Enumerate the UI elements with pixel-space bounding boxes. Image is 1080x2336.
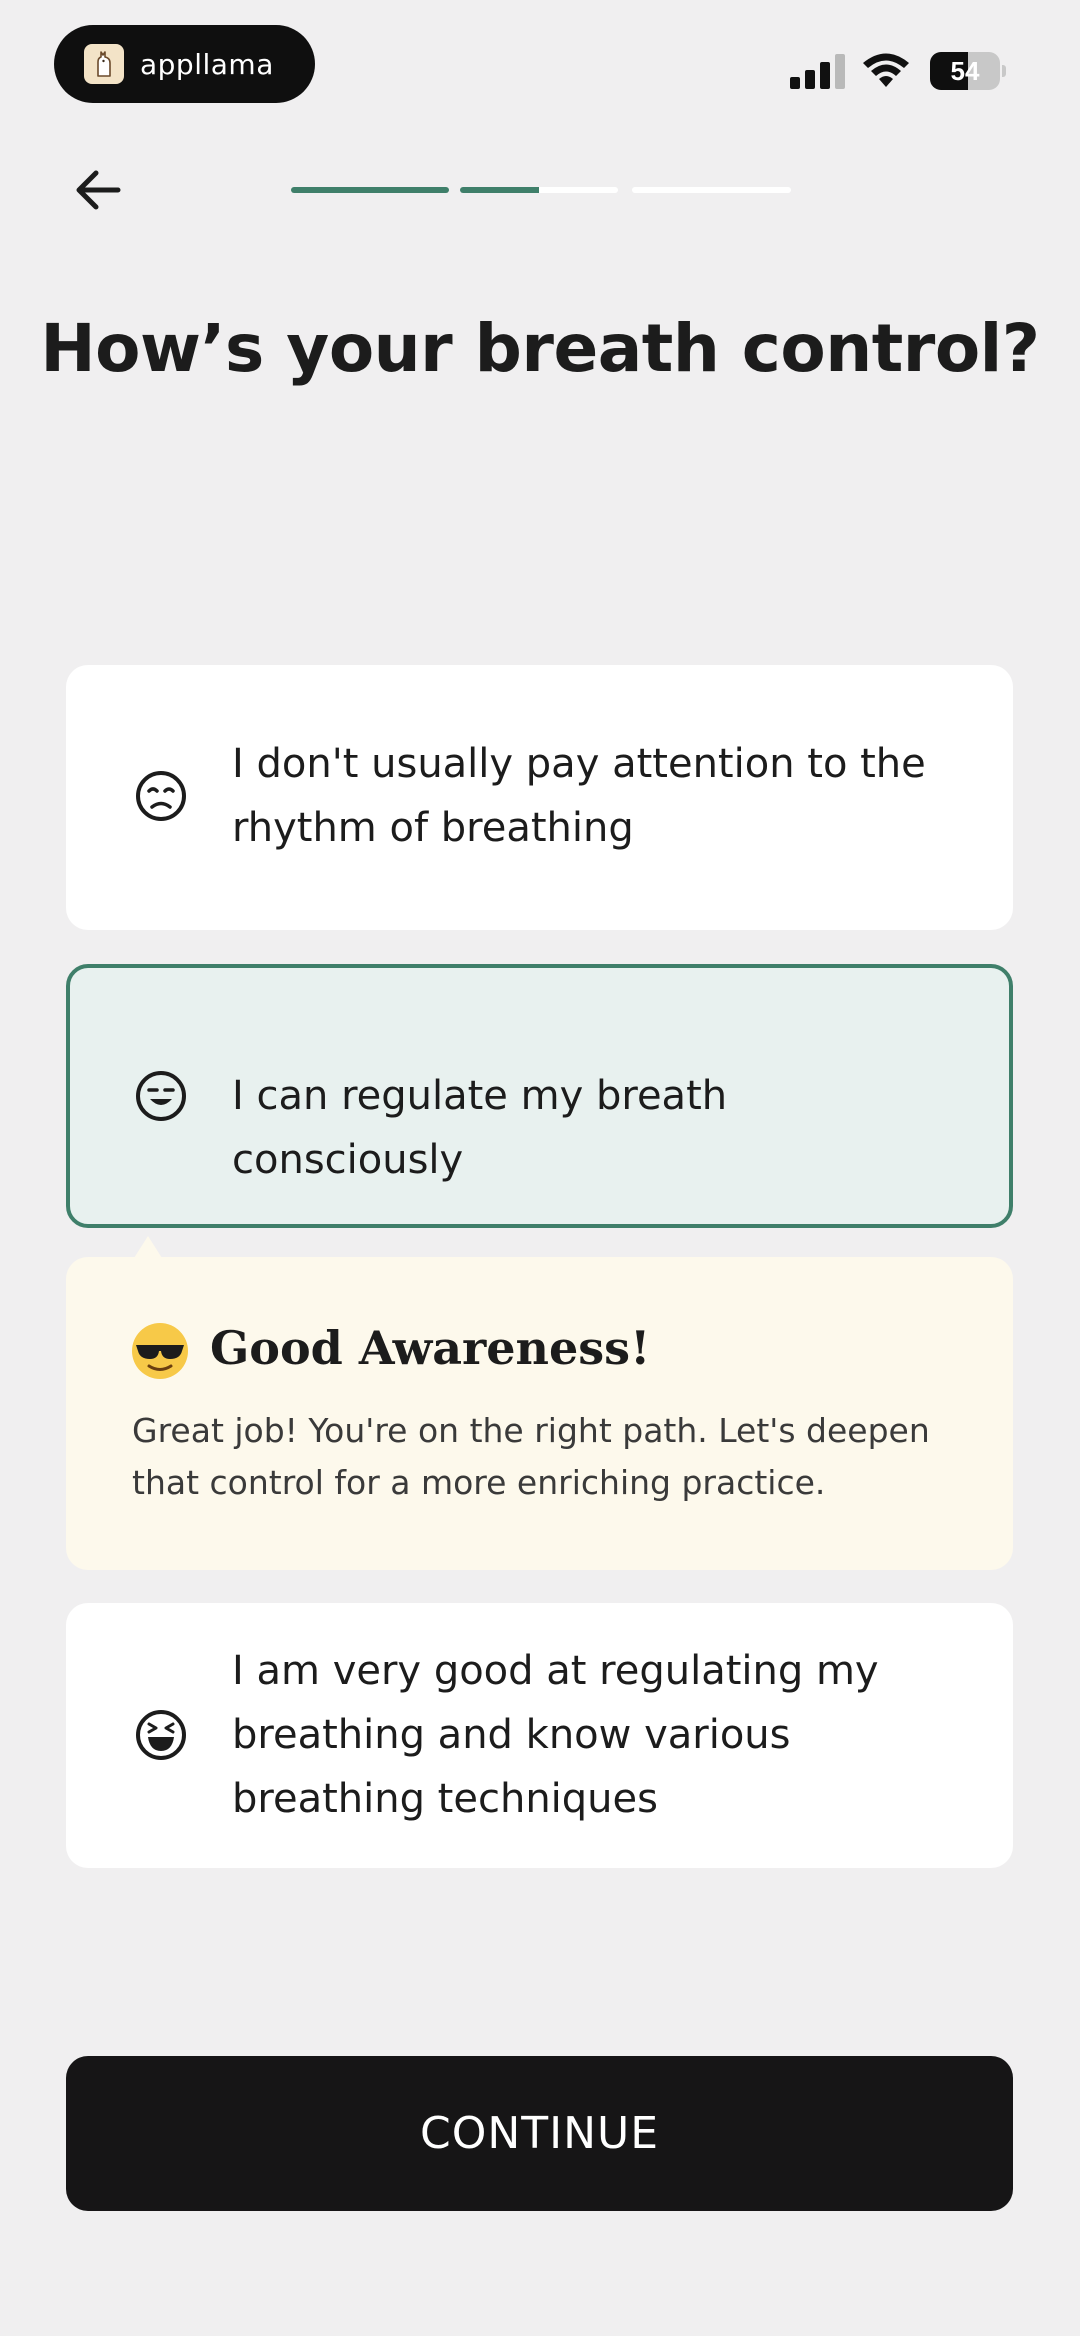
wifi-icon bbox=[863, 53, 909, 87]
status-bar: appllama 54 bbox=[0, 0, 1080, 130]
page-title: How’s your breath control? bbox=[40, 310, 1040, 387]
option-label: I can regulate my breath consciously bbox=[232, 1073, 728, 1183]
unamused-face-icon bbox=[136, 771, 186, 821]
progress-segment bbox=[291, 187, 449, 193]
sunglasses-face-icon bbox=[132, 1323, 188, 1379]
smiling-face-icon bbox=[136, 1071, 186, 1121]
progress-segment bbox=[460, 187, 618, 193]
option-regulate-consciously[interactable]: I can regulate my breath consciously bbox=[66, 964, 1013, 1228]
brand-badge[interactable]: appllama bbox=[54, 25, 315, 103]
option-label: I don't usually pay attention to the rhy… bbox=[232, 741, 926, 851]
battery-indicator: 54 bbox=[930, 52, 1006, 90]
option-no-attention[interactable]: I don't usually pay attention to the rhy… bbox=[66, 665, 1013, 930]
progress-bar bbox=[291, 187, 791, 193]
brand-name: appllama bbox=[140, 47, 274, 81]
feedback-text: Great job! You're on the right path. Let… bbox=[132, 1411, 930, 1502]
grinning-squinting-face-icon bbox=[136, 1710, 186, 1760]
feedback-pointer bbox=[134, 1236, 162, 1258]
option-label: I am very good at regulating my breathin… bbox=[232, 1648, 879, 1822]
cellular-signal-icon bbox=[790, 54, 845, 89]
option-very-good[interactable]: I am very good at regulating my breathin… bbox=[66, 1603, 1013, 1868]
continue-button[interactable]: CONTINUE bbox=[66, 2056, 1013, 2211]
feedback-card: Good Awareness! Great job! You're on the… bbox=[66, 1257, 1013, 1570]
progress-segment bbox=[632, 187, 791, 193]
back-button[interactable] bbox=[70, 162, 134, 222]
arrow-left-icon bbox=[76, 170, 121, 210]
feedback-title: Good Awareness! bbox=[210, 1321, 651, 1375]
battery-percent: 54 bbox=[950, 56, 980, 86]
llama-logo-icon bbox=[84, 44, 124, 84]
